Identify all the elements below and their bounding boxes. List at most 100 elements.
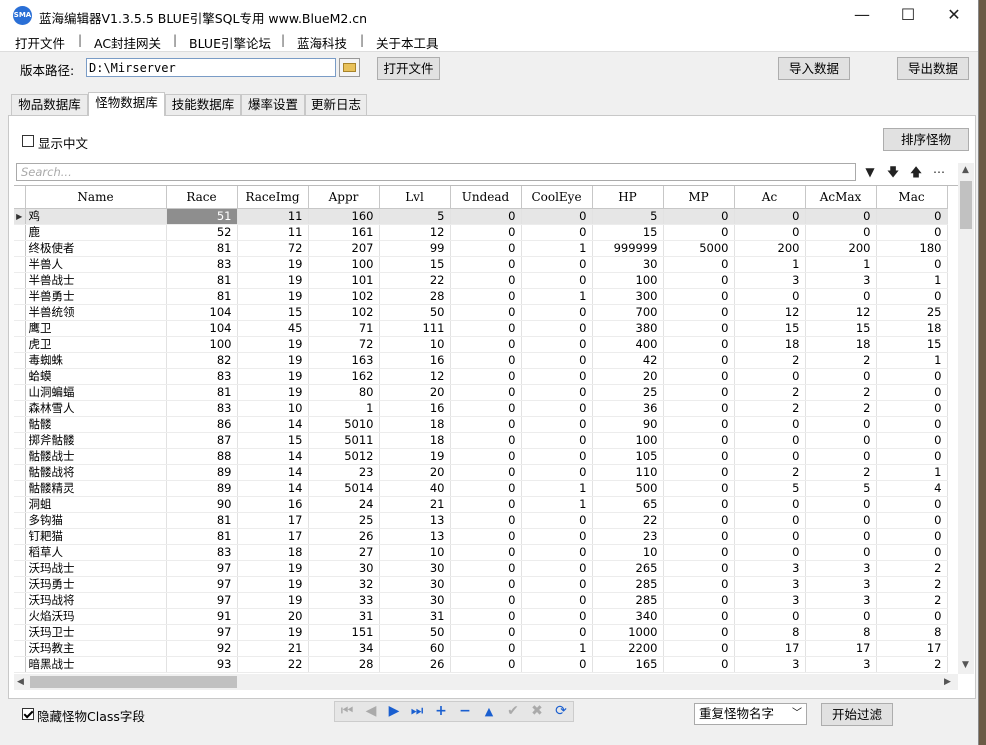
table-cell[interactable]: 25 [308,512,380,529]
table-cell[interactable]: 81 [166,240,238,257]
table-cell[interactable]: 0 [663,320,735,337]
table-cell[interactable]: 52 [166,224,238,241]
table-cell[interactable]: 22 [237,656,309,673]
import-data-button[interactable]: 导入数据 [778,57,850,80]
table-cell[interactable]: 162 [308,368,380,385]
table-cell[interactable]: 102 [308,304,380,321]
table-cell[interactable]: 81 [166,384,238,401]
column-header[interactable]: Lvl [379,186,451,209]
table-row[interactable]: 骷髅精灵 89 14 5014 40 0 1 500 0 5 5 4 [14,480,948,497]
monster-name-cell[interactable]: 半兽战士 [25,272,167,289]
table-cell[interactable]: 81 [166,272,238,289]
monster-name-cell[interactable]: 多钩猫 [25,512,167,529]
table-cell[interactable]: 0 [521,528,593,545]
table-cell[interactable]: 161 [308,224,380,241]
table-cell[interactable]: 0 [876,224,948,241]
table-cell[interactable]: 10 [379,544,451,561]
table-cell[interactable]: 0 [805,512,877,529]
table-row[interactable]: 鹿 52 11 161 12 0 0 15 0 0 0 0 [14,224,948,241]
monster-name-cell[interactable]: 骷髅战士 [25,448,167,465]
table-cell[interactable]: 0 [663,304,735,321]
table-cell[interactable]: 2 [734,400,806,417]
table-cell[interactable]: 0 [876,384,948,401]
add-record-icon[interactable]: + [429,702,453,721]
monster-name-cell[interactable]: 钉耙猫 [25,528,167,545]
table-row[interactable]: 半兽战士 81 19 101 22 0 0 100 0 3 3 1 [14,272,948,289]
table-cell[interactable]: 0 [663,352,735,369]
table-cell[interactable]: 0 [805,528,877,545]
table-cell[interactable]: 104 [166,320,238,337]
table-cell[interactable]: 17 [237,512,309,529]
table-cell[interactable]: 0 [876,400,948,417]
table-cell[interactable]: 16 [379,400,451,417]
table-cell[interactable]: 0 [663,544,735,561]
arrow-up-icon[interactable]: 🡅 [907,163,925,181]
table-cell[interactable]: 22 [592,512,664,529]
monster-name-cell[interactable]: 半兽统领 [25,304,167,321]
table-cell[interactable]: 25 [592,384,664,401]
table-row[interactable]: 骷髅战将 89 14 23 20 0 0 110 0 2 2 1 [14,464,948,481]
table-cell[interactable]: 82 [166,352,238,369]
table-cell[interactable]: 151 [308,624,380,641]
table-cell[interactable]: 5012 [308,448,380,465]
table-cell[interactable]: 0 [876,208,948,225]
table-cell[interactable]: 3 [805,592,877,609]
table-cell[interactable]: 97 [166,592,238,609]
table-cell[interactable]: 180 [876,240,948,257]
table-cell[interactable]: 0 [663,448,735,465]
monster-name-cell[interactable]: 虎卫 [25,336,167,353]
table-cell[interactable]: 0 [521,544,593,561]
monster-name-cell[interactable]: 沃玛战士 [25,560,167,577]
table-cell[interactable]: 0 [450,432,522,449]
table-cell[interactable]: 340 [592,608,664,625]
table-cell[interactable]: 5010 [308,416,380,433]
table-cell[interactable]: 11 [237,224,309,241]
table-cell[interactable]: 0 [521,400,593,417]
maximize-button[interactable]: ☐ [885,0,931,31]
table-cell[interactable]: 0 [521,592,593,609]
table-cell[interactable]: 0 [521,384,593,401]
table-cell[interactable]: 2 [876,576,948,593]
table-cell[interactable]: 0 [521,624,593,641]
table-cell[interactable]: 5 [592,208,664,225]
table-cell[interactable]: 0 [734,528,806,545]
table-cell[interactable]: 65 [592,496,664,513]
table-cell[interactable]: 1 [521,640,593,657]
table-cell[interactable]: 0 [521,224,593,241]
table-cell[interactable]: 285 [592,576,664,593]
table-cell[interactable]: 0 [521,256,593,273]
table-cell[interactable]: 0 [663,272,735,289]
monster-name-cell[interactable]: 毒蜘蛛 [25,352,167,369]
monster-name-cell[interactable]: 沃玛勇士 [25,576,167,593]
table-cell[interactable]: 23 [308,464,380,481]
table-cell[interactable]: 0 [663,560,735,577]
table-cell[interactable]: 207 [308,240,380,257]
table-row[interactable]: 鹰卫 104 45 71 111 0 0 380 0 15 15 18 [14,320,948,337]
table-cell[interactable]: 2 [805,352,877,369]
table-cell[interactable]: 18 [805,336,877,353]
path-input[interactable]: D:\Mirserver [86,58,336,77]
table-cell[interactable]: 285 [592,592,664,609]
table-cell[interactable]: 10 [592,544,664,561]
table-cell[interactable]: 0 [663,256,735,273]
hide-class-checkbox[interactable] [22,708,34,720]
table-cell[interactable]: 100 [166,336,238,353]
table-cell[interactable]: 163 [308,352,380,369]
table-cell[interactable]: 16 [379,352,451,369]
table-cell[interactable]: 30 [379,576,451,593]
table-cell[interactable]: 5014 [308,480,380,497]
table-cell[interactable]: 72 [308,336,380,353]
table-cell[interactable]: 19 [237,272,309,289]
table-cell[interactable]: 81 [166,288,238,305]
table-cell[interactable]: 0 [450,624,522,641]
column-header[interactable]: AcMax [805,186,877,209]
table-cell[interactable]: 111 [379,320,451,337]
table-cell[interactable]: 5 [805,480,877,497]
table-cell[interactable]: 0 [734,288,806,305]
table-row[interactable]: 沃玛勇士 97 19 32 30 0 0 285 0 3 3 2 [14,576,948,593]
table-cell[interactable]: 33 [308,592,380,609]
table-cell[interactable]: 265 [592,560,664,577]
table-row[interactable]: 半兽人 83 19 100 15 0 0 30 0 1 1 0 [14,256,948,273]
table-cell[interactable]: 27 [308,544,380,561]
table-cell[interactable]: 1 [521,288,593,305]
